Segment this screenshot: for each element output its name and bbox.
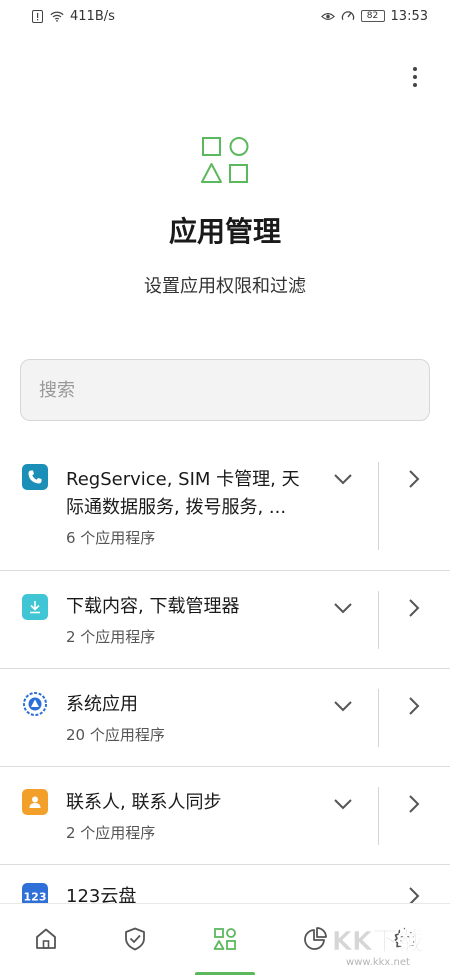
clock: 13:53 [390,8,428,24]
list-item-title: 下载内容, 下载管理器 [66,596,240,617]
more-dot [413,75,417,79]
site-watermark-logo: KK下载 www.kkx.net [318,922,438,968]
network-speed: 411B/s [70,8,115,24]
list-item-text: 下载内容, 下载管理器 2 个应用程序 [66,593,316,647]
chevron-right-icon[interactable] [404,695,424,717]
search-input[interactable] [39,379,411,401]
list-item-text: 联系人, 联系人同步 2 个应用程序 [66,789,316,843]
svg-text:KK下载: KK下载 [332,927,424,957]
battery-indicator: 82 [360,10,385,22]
chevron-right-icon[interactable] [404,597,424,619]
list-item-count: 6 个应用程序 [66,529,156,547]
phone-icon [22,464,48,490]
list-item-text: RegService, SIM 卡管理, 天 际通数据服务, 拨号服务, ...… [66,466,316,548]
expand-chevron-icon[interactable] [330,597,356,619]
download-icon [22,594,48,620]
status-left: 411B/s [30,9,115,24]
more-dot [413,83,417,87]
page-subtitle: 设置应用权限和过滤 [144,276,306,297]
list-item-title-line2: 际通数据服务, 拨号服务, ... [66,497,287,518]
list-item-text: 系统应用 20 个应用程序 [66,691,316,745]
expand-chevron-icon[interactable] [330,793,356,815]
list-item[interactable]: 联系人, 联系人同步 2 个应用程序 [0,767,450,865]
list-item-title: 联系人, 联系人同步 [66,792,222,813]
speedometer-icon [341,9,355,23]
list-item-count: 2 个应用程序 [66,824,156,842]
chevron-right-icon[interactable] [404,468,424,490]
notification-alert-icon [30,9,44,23]
status-right: 82 13:53 [320,8,428,24]
list-item-title: RegService, SIM 卡管理, 天 [66,469,300,490]
search-box[interactable] [20,359,430,421]
vertical-divider [378,787,379,845]
eye-comfort-icon [320,9,335,23]
status-bar: 411B/s 82 13:53 [0,0,450,32]
expand-chevron-icon[interactable] [330,695,356,717]
wifi-icon [50,9,64,23]
list-item[interactable]: RegService, SIM 卡管理, 天 际通数据服务, 拨号服务, ...… [0,440,450,571]
nav-app-management-icon[interactable] [210,924,240,954]
page-title: 应用管理 [168,215,281,248]
nav-security-shield-icon[interactable] [120,924,150,954]
vertical-divider [378,689,379,747]
list-item[interactable]: 下载内容, 下载管理器 2 个应用程序 [0,571,450,669]
system-app-icon [22,691,48,717]
svg-text:123: 123 [24,891,46,904]
list-item[interactable]: 系统应用 20 个应用程序 [0,669,450,767]
vertical-divider [378,462,379,550]
contacts-icon [22,789,48,815]
list-item-count: 2 个应用程序 [66,628,156,646]
more-options-button[interactable] [400,62,430,92]
list-item-title: 系统应用 [66,694,138,715]
chevron-right-icon[interactable] [404,793,424,815]
list-item-count: 20 个应用程序 [66,726,165,744]
app-group-list: RegService, SIM 卡管理, 天 际通数据服务, 拨号服务, ...… [0,440,450,925]
vertical-divider [378,591,379,649]
nav-home-icon[interactable] [31,924,61,954]
app-management-icon [196,133,254,189]
more-dot [413,67,417,71]
svg-text:www.kkx.net: www.kkx.net [346,957,410,968]
expand-chevron-icon[interactable] [330,468,356,490]
